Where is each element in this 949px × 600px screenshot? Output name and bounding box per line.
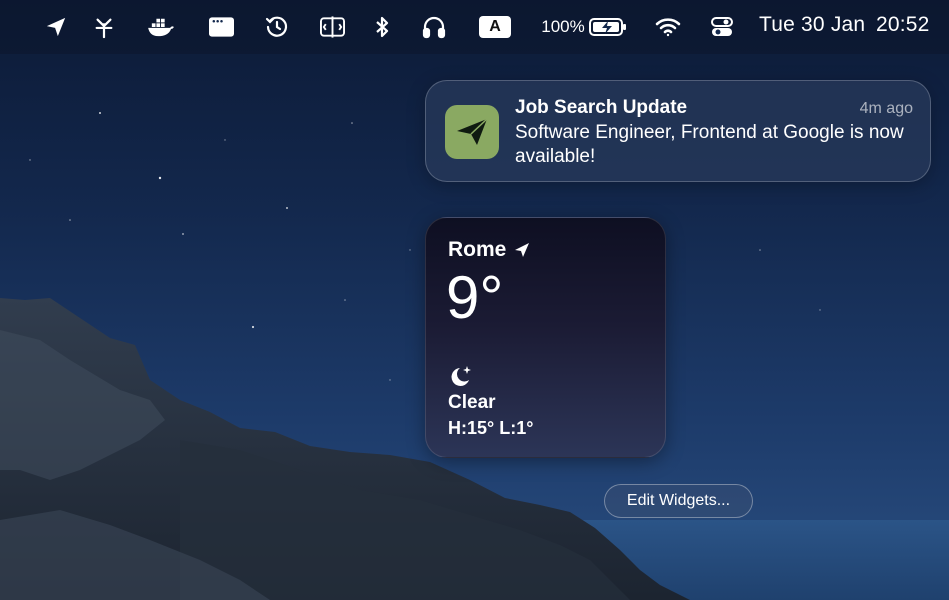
docker-icon[interactable] xyxy=(145,14,177,40)
notification-card[interactable]: Job Search Update 4m ago Software Engine… xyxy=(425,80,931,182)
wifi-icon[interactable] xyxy=(655,14,681,40)
headphones-icon[interactable] xyxy=(421,14,447,40)
weather-condition: Clear xyxy=(448,392,496,413)
send-icon[interactable] xyxy=(44,14,68,40)
keyboard-input-icon[interactable]: A xyxy=(478,14,512,40)
location-arrow-icon xyxy=(515,243,530,257)
menubar-date[interactable]: Tue 30 Jan xyxy=(759,13,865,37)
split-view-icon[interactable] xyxy=(319,14,345,40)
weather-temperature: 9° xyxy=(446,264,504,331)
battery-icon xyxy=(588,18,626,36)
fork-icon[interactable] xyxy=(92,14,116,40)
notification-body: Software Engineer, Frontend at Google is… xyxy=(515,122,904,167)
notification-time: 4m ago xyxy=(859,100,913,117)
input-source-badge: A xyxy=(479,16,511,38)
battery-status[interactable]: 100% xyxy=(539,14,629,40)
paper-plane-icon xyxy=(445,105,499,159)
bluetooth-icon[interactable] xyxy=(372,14,392,40)
weather-high-low: H:15° L:1° xyxy=(448,418,534,438)
edit-widgets-button[interactable]: Edit Widgets... xyxy=(604,484,753,518)
menubar-time[interactable]: 20:52 xyxy=(876,13,930,37)
control-center-icon[interactable] xyxy=(710,14,734,40)
window-icon[interactable] xyxy=(208,14,234,40)
time-machine-icon[interactable] xyxy=(264,14,290,40)
weather-widget[interactable]: Rome 9° Clear H:15° L:1° xyxy=(425,217,666,458)
menu-bar: A 100% Tue 30 Jan 20:52 xyxy=(0,0,949,54)
moon-stars-icon xyxy=(448,364,474,393)
battery-percent: 100% xyxy=(541,17,585,36)
notification-title: Job Search Update xyxy=(515,97,688,118)
